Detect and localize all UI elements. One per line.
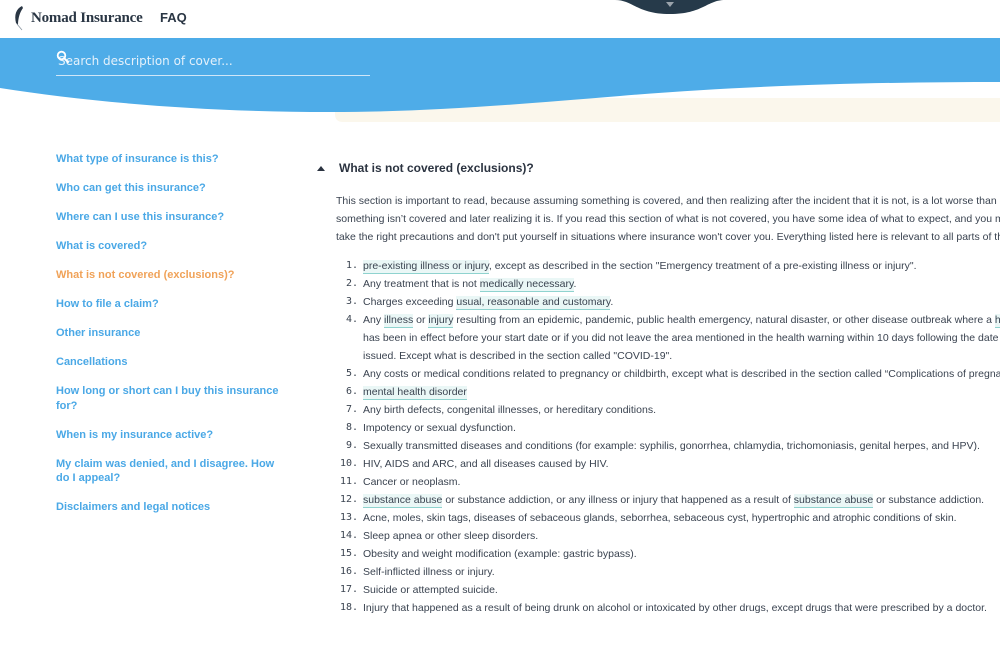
exclusion-text: or substance addiction.: [873, 494, 985, 506]
exclusion-item: 18. Injury that happened as a result of b…: [314, 599, 1000, 617]
glossary-term-link[interactable]: illness: [384, 314, 414, 328]
exclusion-text: Suicide or attempted suicide.: [363, 584, 498, 596]
exclusion-number: 7.: [345, 404, 358, 415]
sidebar-item[interactable]: How to file a claim?: [56, 297, 281, 312]
nav-faq-link[interactable]: FAQ: [160, 10, 187, 25]
exclusion-number: 6.: [345, 386, 358, 397]
exclusion-number: 2.: [345, 278, 358, 289]
exclusion-item: 10. HIV, AIDS and ARC, and all diseases c…: [314, 455, 1000, 473]
exclusion-item: 5. Any costs or medical conditions relate…: [314, 365, 1000, 383]
exclusion-item: 4. Any illness or injury resulting from a…: [314, 311, 1000, 365]
exclusion-text: Any treatment that is not: [363, 278, 480, 290]
brand-name: Nomad Insurance: [31, 9, 143, 26]
exclusion-item: 7. Any birth defects, congenital illnesse…: [314, 401, 1000, 419]
sidebar-item[interactable]: Cancellations: [56, 355, 281, 370]
exclusion-text: Sexually transmitted diseases and condit…: [363, 440, 980, 452]
search-icon[interactable]: [56, 50, 70, 64]
sidebar-item[interactable]: What is not covered (exclusions)?: [56, 268, 281, 283]
exclusion-number: 11.: [339, 476, 358, 487]
exclusion-item: 9. Sexually transmitted diseases and cond…: [314, 437, 1000, 455]
exclusion-text: has been in effect before your start dat…: [363, 332, 1000, 362]
exclusion-number: 14.: [339, 530, 358, 541]
dropdown-toggle[interactable]: [615, 0, 725, 14]
main-content: What is not covered (exclusions)? This s…: [314, 158, 1000, 617]
glossary-term-link[interactable]: usual, reasonable and customary: [456, 296, 611, 310]
exclusion-number: 16.: [339, 566, 358, 577]
search-bar: [56, 50, 370, 76]
exclusion-text: , except as described in the section "Em…: [488, 260, 917, 272]
exclusion-text: Cancer or neoplasm.: [363, 476, 461, 488]
exclusion-text: HIV, AIDS and ARC, and all diseases caus…: [363, 458, 609, 470]
glossary-term-link[interactable]: pre-existing illness or injury: [363, 260, 489, 274]
exclusion-number: 1.: [345, 260, 358, 271]
sidebar-item[interactable]: What is covered?: [56, 239, 281, 254]
exclusion-text: .: [573, 278, 577, 290]
exclusion-text: Any costs or medical conditions related …: [363, 368, 1000, 380]
section-intro: This section is important to read, becau…: [336, 195, 1000, 243]
hero-search-band: [0, 38, 1000, 128]
glossary-term-link[interactable]: medically necessary: [479, 278, 574, 292]
exclusion-number: 17.: [339, 584, 358, 595]
exclusion-text: Obesity and weight modification (example…: [363, 548, 637, 560]
sidebar-item[interactable]: Where can I use this insurance?: [56, 210, 281, 225]
feather-icon: [15, 6, 23, 31]
glossary-term-link[interactable]: health warning: [994, 314, 1000, 328]
top-navigation: Nomad Insurance FAQ: [0, 0, 1000, 38]
exclusion-item: 3. Charges exceeding usual, reasonable an…: [314, 293, 1000, 311]
section-header-toggle[interactable]: What is not covered (exclusions)?: [314, 158, 1000, 178]
brand-logo-link[interactable]: Nomad Insurance: [13, 5, 143, 31]
glossary-term-link[interactable]: substance abuse: [793, 494, 874, 508]
sidebar-item[interactable]: When is my insurance active?: [56, 428, 281, 443]
exclusions-list: 1. pre-existing illness or injury, except…: [314, 257, 1000, 617]
exclusion-text: .: [610, 296, 614, 308]
exclusion-number: 3.: [345, 296, 358, 307]
exclusion-item: 2. Any treatment that is not medically ne…: [314, 275, 1000, 293]
exclusion-text: Charges exceeding: [363, 296, 457, 308]
exclusion-number: 10.: [339, 458, 358, 469]
exclusion-text: Acne, moles, skin tags, diseases of seba…: [363, 512, 957, 524]
exclusion-text: or: [413, 314, 429, 326]
exclusion-text: Any: [363, 314, 385, 326]
exclusion-item: 8. Impotency or sexual dysfunction.: [314, 419, 1000, 437]
exclusion-number: 15.: [339, 548, 358, 559]
exclusion-number: 5.: [345, 368, 358, 379]
exclusion-number: 4.: [345, 314, 358, 325]
exclusion-number: 12.: [339, 494, 358, 505]
exclusion-item: 1. pre-existing illness or injury, except…: [314, 257, 1000, 275]
exclusion-text: Self-inflicted illness or injury.: [363, 566, 495, 578]
exclusion-item: 6. mental health disorder: [314, 383, 1000, 401]
exclusion-item: 15. Obesity and weight modification (exam…: [314, 545, 1000, 563]
glossary-term-link[interactable]: mental health disorder: [363, 386, 467, 400]
exclusion-item: 16. Self-inflicted illness or injury.: [314, 563, 1000, 581]
exclusion-text: or substance addiction, or any illness o…: [442, 494, 794, 506]
exclusion-number: 18.: [339, 602, 358, 613]
exclusion-text: Injury that happened as a result of bein…: [363, 602, 987, 614]
exclusion-item: 13. Acne, moles, skin tags, diseases of s…: [314, 509, 1000, 527]
exclusion-item: 14. Sleep apnea or other sleep disorders.: [314, 527, 1000, 545]
glossary-term-link[interactable]: substance abuse: [363, 494, 443, 508]
exclusion-number: 13.: [339, 512, 358, 523]
glossary-term-link[interactable]: injury: [428, 314, 454, 328]
exclusion-item: 11. Cancer or neoplasm.: [314, 473, 1000, 491]
sidebar-item[interactable]: Other insurance: [56, 326, 281, 341]
section-title: What is not covered (exclusions)?: [339, 161, 534, 175]
sidebar-item[interactable]: Disclaimers and legal notices: [56, 500, 281, 515]
exclusion-text: resulting from an epidemic, pandemic, pu…: [453, 314, 995, 326]
caret-up-icon: [317, 165, 325, 171]
sidebar-item[interactable]: What type of insurance is this?: [56, 152, 281, 167]
exclusion-item: 12. substance abuse or substance addictio…: [314, 491, 1000, 509]
sidebar-item[interactable]: My claim was denied, and I disagree. How…: [56, 457, 281, 486]
exclusion-item: 17. Suicide or attempted suicide.: [314, 581, 1000, 599]
sidebar-nav: What type of insurance is this? Who can g…: [56, 152, 281, 529]
exclusion-text: Any birth defects, congenital illnesses,…: [363, 404, 656, 416]
exclusion-text: Sleep apnea or other sleep disorders.: [363, 530, 539, 542]
sidebar-item[interactable]: Who can get this insurance?: [56, 181, 281, 196]
exclusion-number: 8.: [345, 422, 358, 433]
exclusion-text: Impotency or sexual dysfunction.: [363, 422, 516, 434]
sidebar-item[interactable]: How long or short can I buy this insuran…: [56, 384, 281, 413]
exclusion-number: 9.: [345, 440, 358, 451]
search-input[interactable]: [56, 50, 338, 72]
